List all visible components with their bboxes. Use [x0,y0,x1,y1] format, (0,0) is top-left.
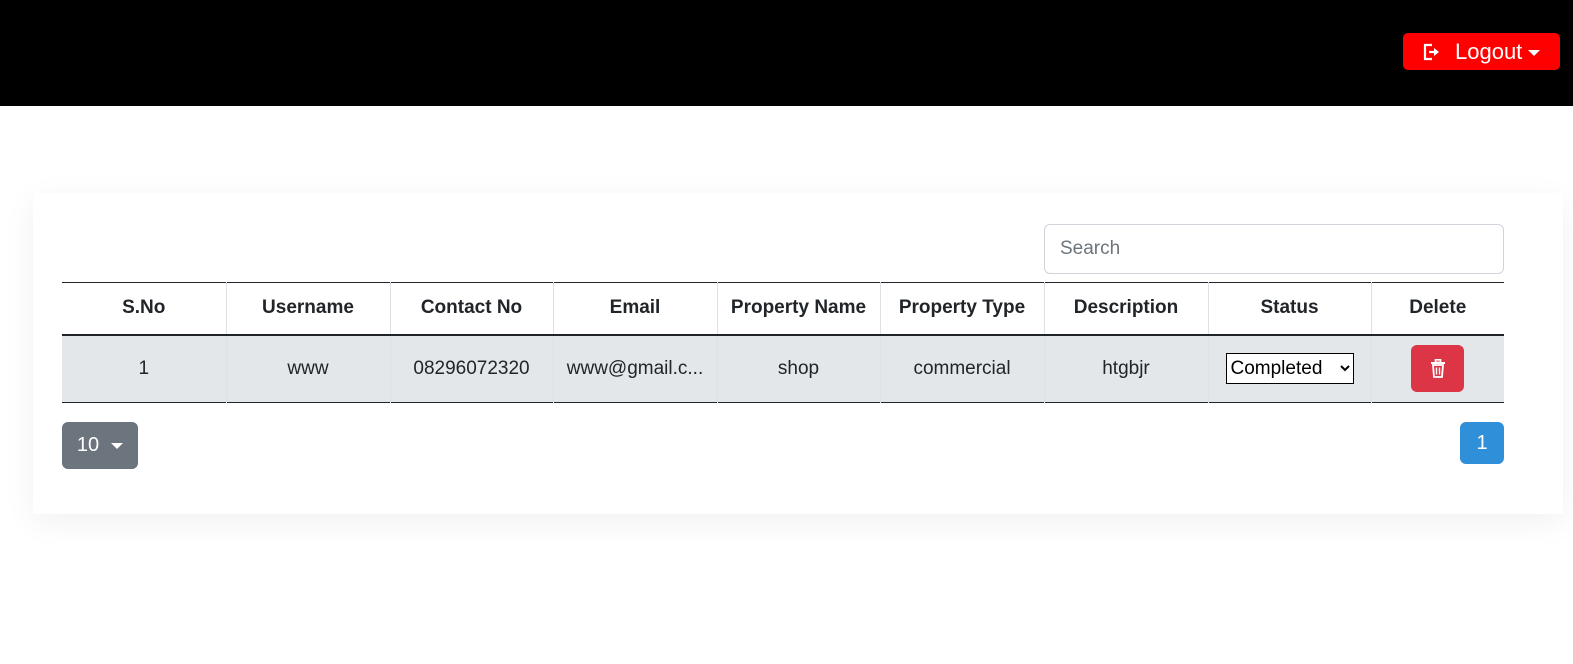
pagination-page-1[interactable]: 1 [1460,422,1504,464]
cell-contact: 08296072320 [389,334,553,403]
table-header-row: S.No Username Contact No Email Property … [62,282,1504,335]
col-header-email[interactable]: Email [552,282,717,335]
cell-status: Completed [1207,334,1371,403]
cell-description: htgbjr [1043,334,1208,403]
search-input[interactable] [1044,224,1504,274]
col-header-username[interactable]: Username [225,282,390,335]
cell-property-name: shop [716,334,880,403]
cell-property-type: commercial [879,334,1044,403]
col-header-delete[interactable]: Delete [1370,282,1504,335]
table-row: 1 www 08296072320 www@gmail.c... shop co… [62,334,1504,403]
cell-email: www@gmail.c... [552,334,717,403]
cell-delete [1370,334,1504,403]
col-header-property-type[interactable]: Property Type [879,282,1044,335]
property-table: S.No Username Contact No Email Property … [62,282,1504,403]
col-header-sno[interactable]: S.No [62,283,226,335]
col-header-property-name[interactable]: Property Name [716,282,880,335]
col-header-contact[interactable]: Contact No [389,282,553,335]
chevron-down-icon [111,442,124,449]
trash-icon [1430,359,1445,379]
cell-sno: 1 [138,357,150,379]
page-size-dropdown[interactable]: 10 [62,422,138,469]
status-select[interactable]: Completed [1225,353,1354,385]
top-navbar: Logout [0,0,1573,106]
sign-out-icon [1423,43,1439,60]
delete-button[interactable] [1411,345,1465,393]
page-size-label: 10 [76,434,100,456]
col-header-status[interactable]: Status [1207,282,1371,335]
logout-label: Logout [1455,38,1523,64]
chevron-down-icon [1528,49,1541,56]
logout-button[interactable]: Logout [1403,33,1560,70]
col-header-description[interactable]: Description [1043,282,1208,335]
cell-username: www [225,334,390,403]
